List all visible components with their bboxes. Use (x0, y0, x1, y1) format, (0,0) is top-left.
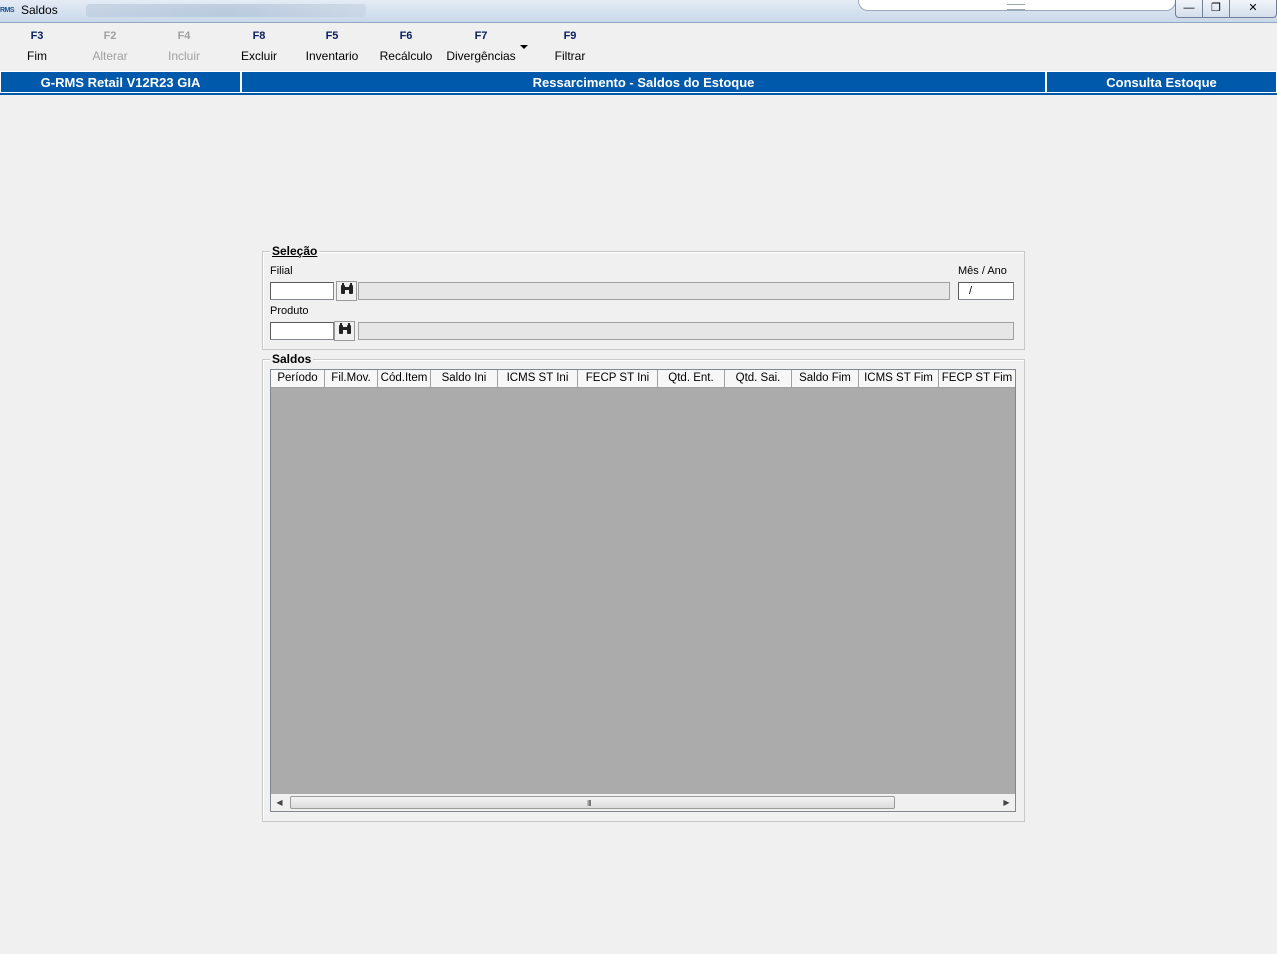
blurred-title-area (86, 4, 366, 17)
recalculo-button[interactable]: F6 Recálculo (371, 30, 441, 63)
col-header-fil-mov[interactable]: Fil.Mov. (325, 370, 378, 387)
excluir-button[interactable]: F8 Excluir (224, 30, 294, 63)
fkey-label: F2 (103, 30, 117, 42)
col-header-periodo[interactable]: Período (271, 370, 325, 387)
scroll-left-icon[interactable]: ◀ (271, 794, 288, 811)
col-header-qtd-ent[interactable]: Qtd. Ent. (658, 370, 725, 387)
filial-lookup-button[interactable] (336, 281, 357, 301)
produto-label: Produto (270, 305, 309, 317)
window-title: Saldos (21, 3, 58, 17)
button-label: Excluir (240, 49, 277, 63)
col-header-fecp-st-fim[interactable]: FECP ST Fim (939, 370, 1015, 387)
filial-description-field (358, 282, 950, 300)
mode-label: Consulta Estoque (1046, 71, 1277, 93)
alterar-button[interactable]: F2 Alterar (75, 30, 145, 63)
button-label: Fim (27, 49, 47, 63)
filial-label: Filial (270, 265, 293, 277)
col-header-qtd-sai[interactable]: Qtd. Sai. (725, 370, 792, 387)
binoculars-icon (338, 323, 351, 334)
fkey-label: F4 (177, 30, 191, 42)
fim-button[interactable]: F3 Fim (2, 30, 72, 63)
filtrar-button[interactable]: F9 Filtrar (535, 30, 605, 63)
filial-input[interactable] (270, 282, 334, 300)
scroll-right-icon[interactable]: ▶ (998, 794, 1015, 811)
dropdown-arrow-icon[interactable] (520, 45, 528, 49)
horizontal-scrollbar[interactable]: ◀ III ▶ (271, 794, 1015, 811)
fkey-label: F8 (252, 30, 266, 42)
binoculars-icon (340, 283, 353, 294)
group-title: Seleção (270, 244, 320, 258)
saldos-grid[interactable]: Período Fil.Mov. Cód.Item Saldo Ini ICMS… (270, 369, 1016, 812)
col-header-icms-st-fim[interactable]: ICMS ST Fim (859, 370, 939, 387)
button-label: Filtrar (554, 49, 586, 63)
window-title-bar[interactable]: RMS Saldos — ❐ ✕ (0, 0, 1277, 23)
button-label: Inventario (305, 49, 359, 63)
screen-title: Ressarcimento - Saldos do Estoque (241, 71, 1046, 93)
scroll-thumb[interactable]: III (290, 796, 895, 809)
col-header-fecp-st-ini[interactable]: FECP ST Ini (578, 370, 658, 387)
button-label: Alterar (92, 49, 128, 63)
mes-ano-label: Mês / Ano (958, 265, 1007, 277)
mes-ano-input[interactable]: / (958, 282, 1014, 300)
function-key-toolbar: F3 Fim F2 Alterar F4 Incluir F8 Excluir … (0, 24, 1277, 70)
fkey-label: F7 (474, 30, 488, 42)
restore-button[interactable]: ❐ (1202, 0, 1230, 18)
inventario-button[interactable]: F5 Inventario (297, 30, 367, 63)
fkey-label: F6 (399, 30, 413, 42)
divergencias-button[interactable]: F7 Divergências (442, 30, 520, 63)
app-icon: RMS (0, 7, 15, 14)
button-label: Divergências (446, 49, 516, 63)
incluir-button[interactable]: F4 Incluir (149, 30, 219, 63)
scroll-grip-icon: III (587, 799, 592, 808)
col-header-icms-st-ini[interactable]: ICMS ST Ini (498, 370, 578, 387)
produto-input[interactable] (270, 322, 334, 340)
close-button[interactable]: ✕ (1229, 0, 1277, 18)
produto-lookup-button[interactable] (334, 321, 355, 341)
system-version-label: G-RMS Retail V12R23 GIA (0, 71, 241, 93)
col-header-cod-item[interactable]: Cód.Item (378, 370, 431, 387)
group-title-text: Seleção (272, 244, 318, 258)
fkey-label: F9 (563, 30, 577, 42)
produto-description-field (358, 322, 1014, 340)
grid-header: Período Fil.Mov. Cód.Item Saldo Ini ICMS… (271, 370, 1015, 388)
col-header-saldo-ini[interactable]: Saldo Ini (431, 370, 498, 387)
fkey-label: F3 (30, 30, 44, 42)
group-title: Saldos (270, 352, 314, 366)
info-bar: G-RMS Retail V12R23 GIA Ressarcimento - … (0, 71, 1277, 95)
button-label: Incluir (167, 49, 200, 63)
button-label: Recálculo (379, 49, 433, 63)
grip-icon (1007, 4, 1025, 10)
col-header-saldo-fim[interactable]: Saldo Fim (792, 370, 859, 387)
minimize-button[interactable]: — (1175, 0, 1203, 18)
fkey-label: F5 (325, 30, 339, 42)
